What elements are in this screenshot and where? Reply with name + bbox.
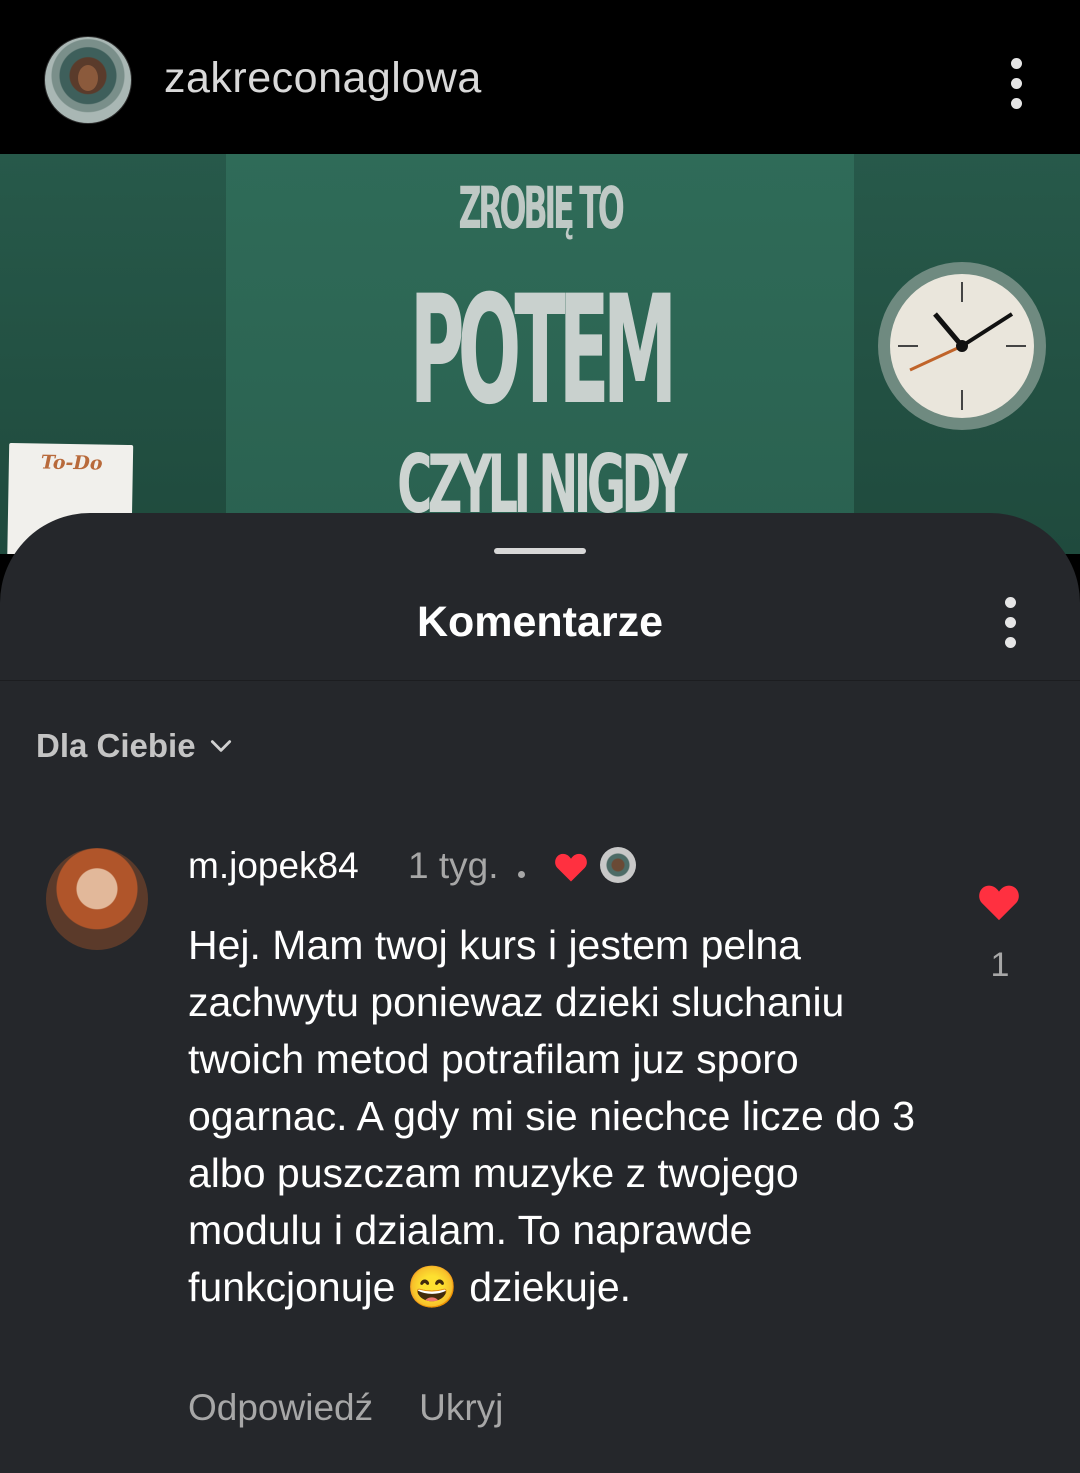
sort-label: Dla Ciebie <box>36 727 196 764</box>
drag-handle[interactable] <box>494 548 586 554</box>
comments-sheet: Komentarze Dla Ciebie m.jopek84 1 tyg. H… <box>0 513 1080 1473</box>
post-more-icon[interactable] <box>1010 58 1022 109</box>
owner-username[interactable]: zakreconaglowa <box>164 54 482 103</box>
creator-liked-heart-icon <box>555 853 587 882</box>
poster-title-line1: ZROBIĘ TO <box>458 174 624 242</box>
owner-avatar[interactable] <box>44 36 132 124</box>
creator-avatar-mini <box>600 847 636 883</box>
post-header: zakreconaglowa <box>0 0 1080 154</box>
chevron-down-icon <box>210 740 231 752</box>
comment-actions: Odpowiedź Ukryj <box>188 1387 503 1429</box>
comment-time: 1 tyg. <box>408 845 499 886</box>
like-count: 1 <box>990 946 1010 984</box>
sort-dropdown[interactable]: Dla Ciebie <box>36 727 234 765</box>
divider <box>0 680 1080 681</box>
comment-text: Hej. Mam twoj kurs i jestem pelna zachwy… <box>188 922 916 1310</box>
clock-illustration <box>878 262 1046 430</box>
post-image[interactable]: ZROBIĘ TO POTEM CZYLI NIGDY To-Do <box>0 154 1080 554</box>
comment-username[interactable]: m.jopek84 <box>188 845 359 887</box>
hide-button[interactable]: Ukryj <box>419 1387 503 1429</box>
sheet-title: Komentarze <box>416 598 664 646</box>
like-heart-icon[interactable] <box>976 882 1022 922</box>
separator-dot <box>518 871 525 878</box>
poster-title-line2: POTEM <box>409 264 678 438</box>
reply-button[interactable]: Odpowiedź <box>188 1387 373 1429</box>
todo-label: To-Do <box>40 451 103 475</box>
commenter-avatar[interactable] <box>46 848 148 950</box>
sheet-more-icon[interactable] <box>1004 597 1016 648</box>
